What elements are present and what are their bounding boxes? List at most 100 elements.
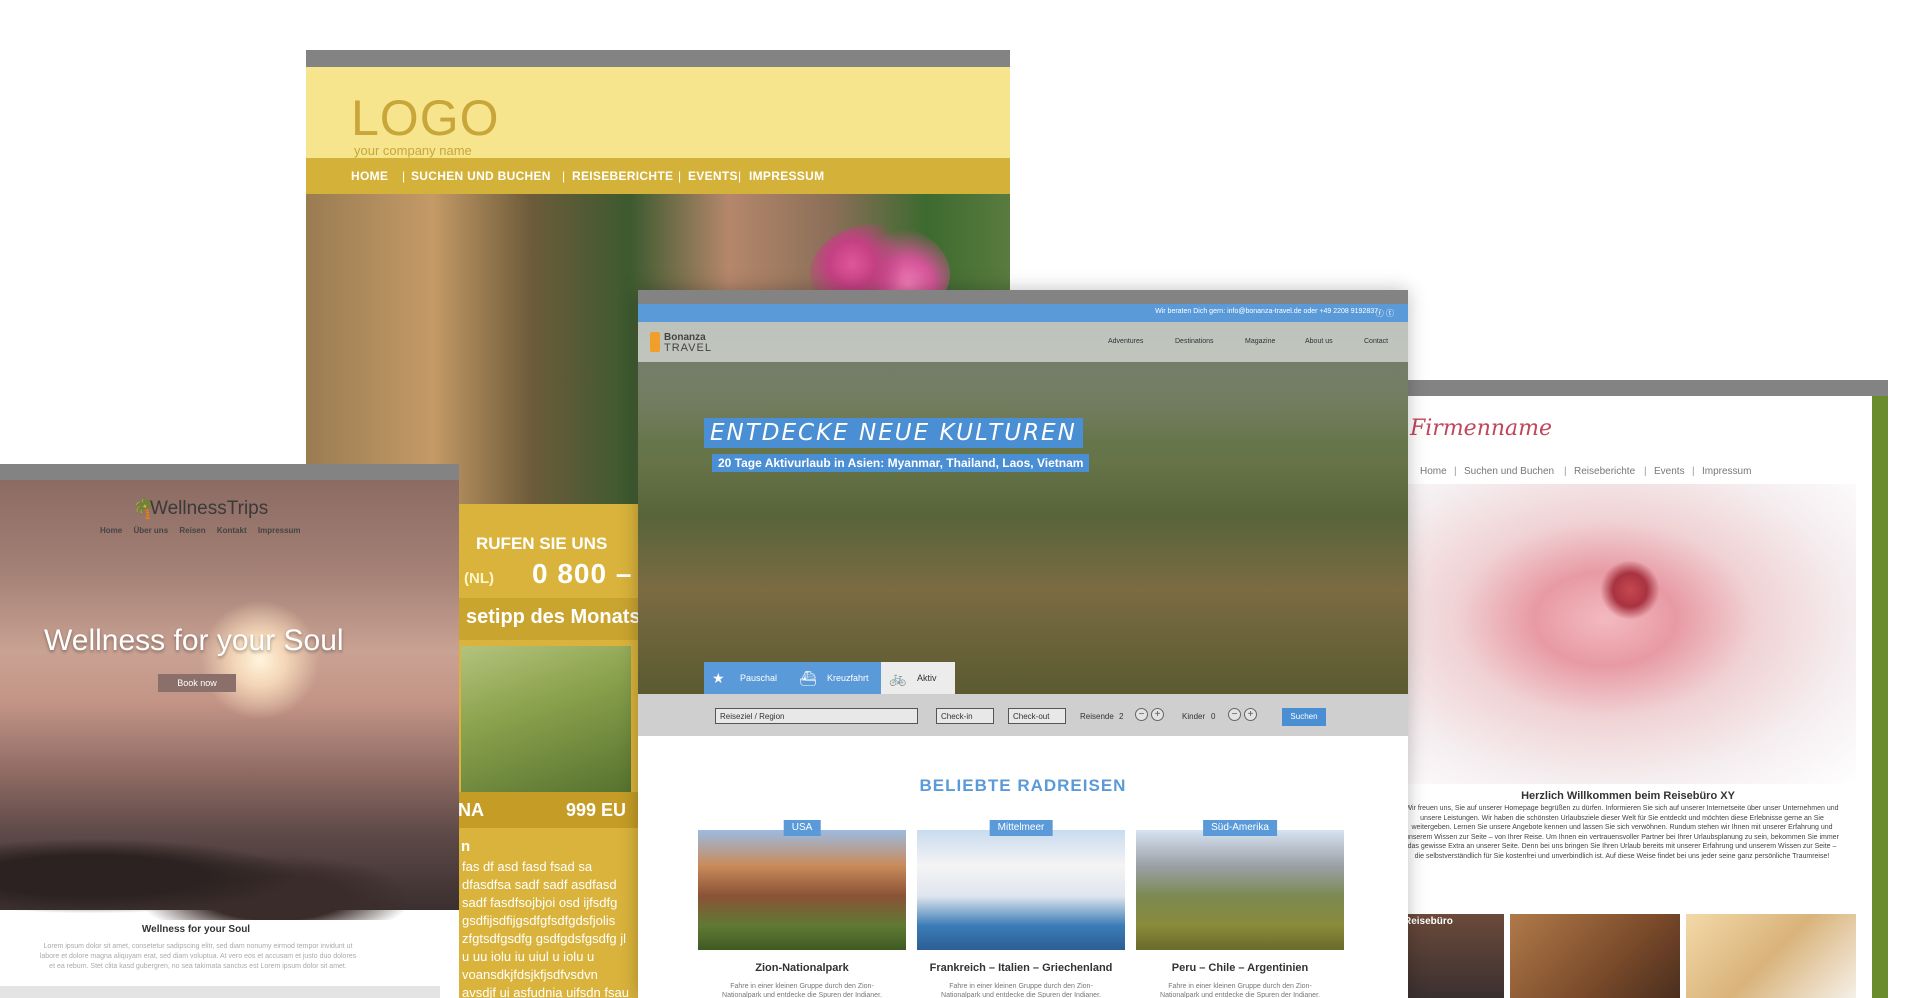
tour-name[interactable]: Frankreich – Italien – Griechenland — [917, 962, 1125, 974]
kids-plus-button[interactable]: + — [1244, 708, 1257, 721]
nav-about-us[interactable]: About us — [1305, 338, 1333, 345]
sunset-hero — [0, 480, 459, 920]
nav-reiseberichte[interactable]: REISEBERICHTE — [572, 169, 673, 183]
green-side-rail — [1872, 396, 1888, 998]
search-button[interactable]: Suchen — [1282, 708, 1326, 726]
brand-name[interactable]: WellnessTrips — [150, 498, 268, 520]
nav-events[interactable]: Events — [1654, 466, 1685, 477]
tour-description: Fahre in einer kleinen Gruppe durch den … — [722, 983, 882, 998]
nav-home[interactable]: HOME — [351, 169, 388, 183]
hero-title: Wellness for your Soul — [44, 624, 344, 657]
nav-events[interactable]: EVENTS — [688, 169, 738, 183]
tour-photo[interactable] — [698, 830, 906, 950]
logo[interactable]: LOGO — [351, 93, 499, 143]
social-icons: ⓕ ⓣ — [1376, 308, 1394, 319]
nav-home[interactable]: Home — [1420, 466, 1447, 477]
firmenname-template-preview: Firmenname Home | Suchen und Buchen | Re… — [1400, 380, 1888, 998]
nav-contact[interactable]: Contact — [1364, 338, 1388, 345]
contact-info[interactable]: Wir beraten Dich gern: info@bonanza-trav… — [1155, 308, 1378, 315]
nav-reisen[interactable]: Reisen — [179, 526, 205, 535]
tour-photo[interactable] — [1136, 830, 1344, 950]
nav-suchen-und-buchen[interactable]: SUCHEN UND BUCHEN — [411, 169, 551, 183]
intro-text: Lorem ipsum dolor sit amet, consetetur s… — [39, 943, 357, 970]
tour-photo[interactable] — [917, 830, 1125, 950]
nav-destinations[interactable]: Destinations — [1175, 338, 1214, 345]
offer-price: 999 EU — [566, 800, 627, 820]
lily-photo — [1400, 484, 1856, 784]
nav-separator: | — [1692, 466, 1695, 477]
phone-number[interactable]: 0 800 – — [532, 558, 632, 590]
hero-subline: 20 Tage Aktivurlaub in Asien: Myanmar, T… — [712, 454, 1090, 472]
kids-label: Kinder — [1182, 712, 1206, 721]
twitter-icon[interactable]: ⓣ — [1386, 309, 1394, 318]
rocks — [0, 810, 459, 920]
nav-reiseberichte[interactable]: Reiseberichte — [1574, 466, 1635, 477]
paragraph-heading: n — [461, 838, 471, 855]
tour-region-badge: Mittelmeer — [989, 820, 1053, 836]
bonanza-logo-icon[interactable] — [650, 332, 660, 352]
tab-label: Kreuzfahrt — [827, 673, 869, 683]
facebook-icon[interactable]: ⓕ — [1376, 309, 1384, 318]
nav-impressum[interactable]: IMPRESSUM — [749, 169, 824, 183]
main-nav: HOME | SUCHEN UND BUCHEN | REISEBERICHTE… — [306, 158, 1010, 194]
sun-glow — [200, 600, 320, 720]
spa-stones-thumbnail[interactable] — [1510, 914, 1680, 998]
browser-bar — [0, 464, 459, 480]
nav-separator: | — [1644, 466, 1647, 477]
travelers-plus-button[interactable]: + — [1151, 708, 1164, 721]
spa-flower-thumbnail[interactable] — [1686, 914, 1856, 998]
nav-adventures[interactable]: Adventures — [1108, 338, 1143, 345]
section-title: BELIEBTE RADREISEN — [919, 776, 1127, 795]
kids-minus-button[interactable]: − — [1228, 708, 1241, 721]
brand-name[interactable]: Firmenname — [1410, 416, 1552, 441]
hero-headline: ENTDECKE NEUE KULTUREN — [704, 418, 1083, 448]
ship-icon: ⛴ — [799, 670, 817, 686]
browser-bar — [1400, 380, 1888, 396]
nav-separator: | — [1564, 466, 1567, 477]
nav-separator: | — [402, 169, 406, 183]
tab-pauschal[interactable]: ★ Pauschal — [704, 662, 791, 694]
nav-separator: | — [678, 169, 682, 183]
checkout-input[interactable]: Check-out — [1008, 708, 1066, 724]
footer-strip — [0, 986, 440, 998]
travelers-count: 2 — [1119, 712, 1124, 721]
browser-bar — [638, 290, 1408, 304]
nav-magazine[interactable]: Magazine — [1245, 338, 1275, 345]
nav-ueber-uns[interactable]: Über uns — [133, 526, 168, 535]
checkin-input[interactable]: Check-in — [936, 708, 994, 724]
nav-home[interactable]: Home — [100, 526, 122, 535]
tip-of-month-heading: setipp des Monats — [466, 606, 641, 628]
tour-name[interactable]: Zion-Nationalpark — [698, 962, 906, 974]
browser-bar — [306, 50, 1010, 67]
bonanza-travel-template-preview: Wir beraten Dich gern: info@bonanza-trav… — [638, 290, 1408, 998]
tab-kreuzfahrt[interactable]: ⛴ Kreuzfahrt — [791, 662, 881, 694]
book-now-button[interactable]: Book now — [158, 674, 236, 692]
wellness-template-preview: 🌴 WellnessTrips Home Über uns Reisen Kon… — [0, 464, 459, 998]
contact-topbar: Wir beraten Dich gern: info@bonanza-trav… — [638, 304, 1408, 322]
nav-separator: | — [1454, 466, 1457, 477]
nav-kontakt[interactable]: Kontakt — [217, 526, 247, 535]
header: LOGO your company name — [306, 67, 1010, 158]
tab-label: Aktiv — [917, 673, 937, 683]
rice-field-photo[interactable] — [461, 646, 631, 792]
travelers-label: Reisende — [1080, 712, 1114, 721]
brand-subname[interactable]: TRAVEL — [664, 342, 712, 354]
destination-input[interactable]: Reiseziel / Region — [715, 708, 918, 724]
welcome-heading: Herzlich Willkommen beim Reisebüro XY — [1521, 790, 1735, 802]
travelers-minus-button[interactable]: − — [1135, 708, 1148, 721]
main-nav — [638, 322, 1408, 362]
tour-name[interactable]: Peru – Chile – Argentinien — [1136, 962, 1344, 974]
bicycle-icon: 🚲 — [889, 670, 907, 686]
tagline: your company name — [354, 143, 472, 158]
offer-text: fas df asd fasd fsad sa dfasdfsa sadf sa… — [462, 859, 629, 998]
tab-aktiv[interactable]: 🚲 Aktiv — [881, 662, 955, 694]
section-title: Wellness for your Soul — [141, 924, 251, 935]
main-nav: Home Über uns Reisen Kontakt Impressum — [100, 526, 310, 535]
nav-impressum[interactable]: Impressum — [258, 526, 301, 535]
tour-region-badge: USA — [783, 820, 821, 836]
welcome-text: Wir freuen uns, Sie auf unserer Homepage… — [1405, 805, 1839, 860]
lily-center — [1600, 560, 1660, 620]
nav-impressum[interactable]: Impressum — [1702, 466, 1751, 477]
nav-suchen-und-buchen[interactable]: Suchen und Buchen — [1464, 466, 1554, 477]
tour-description: Fahre in einer kleinen Gruppe durch den … — [941, 983, 1101, 998]
